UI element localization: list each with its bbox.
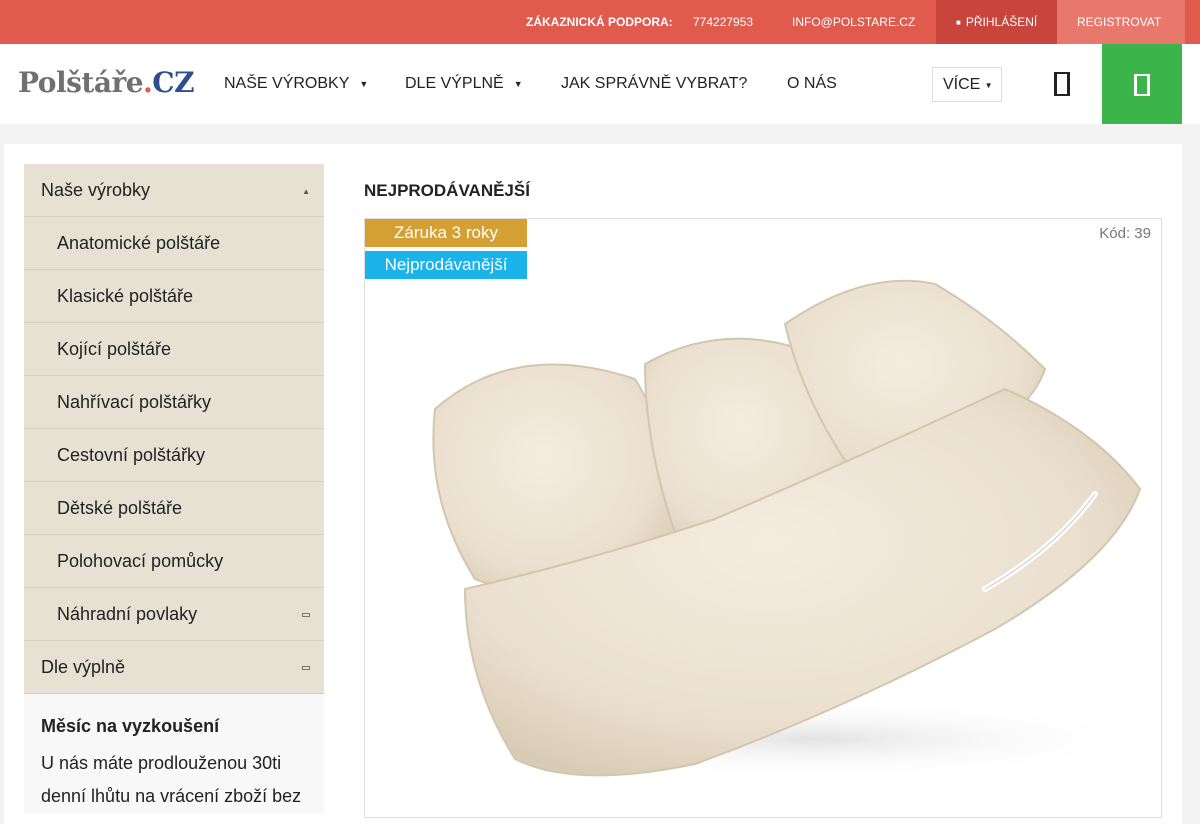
chevron-up-icon[interactable]: ▲: [302, 187, 310, 196]
register-button[interactable]: REGISTROVAT: [1057, 0, 1185, 44]
more-menu-button[interactable]: VÍCE ▼: [932, 67, 1002, 102]
sidebar-item-label: Polohovací pomůcky: [57, 551, 224, 571]
sidebar-item-anatomic[interactable]: Anatomické polštáře: [24, 217, 324, 270]
sidebar-item-positioning[interactable]: Polohovací pomůcky: [24, 535, 324, 588]
login-button[interactable]: ■ PŘIHLÁŠENÍ: [936, 0, 1057, 44]
promo-text: U nás máte prodlouženou 30ti denní lhůtu…: [41, 753, 302, 806]
logo-dot: .: [143, 66, 153, 99]
logo-main: Polštáře: [18, 66, 144, 99]
cart-button[interactable]: [1102, 44, 1182, 124]
nav-item-products[interactable]: NAŠE VÝROBKY ▼: [224, 75, 368, 93]
sidebar-item-label: Dětské polštáře: [57, 498, 183, 518]
sidebar-item-label: Cestovní polštářky: [57, 445, 206, 465]
nav-label: JAK SPRÁVNĚ VYBRAT?: [561, 75, 748, 92]
sidebar-item-classic[interactable]: Klasické polštáře: [24, 270, 324, 323]
main-panel: Naše výrobky ▲ Anatomické polštáře Klasi…: [4, 144, 1182, 824]
nav-label: DLE VÝPLNĚ: [405, 75, 504, 92]
nav-label: NAŠE VÝROBKY: [224, 75, 350, 92]
support-label: ZÁKAZNICKÁ PODPORA:: [526, 15, 673, 29]
register-label: REGISTROVAT: [1077, 15, 1162, 29]
sidebar-item-label: Náhradní povlaky: [57, 604, 198, 624]
nav-item-how-to-choose[interactable]: JAK SPRÁVNĚ VYBRAT?: [561, 75, 747, 93]
support-email-link[interactable]: INFO@POLSTARE.CZ: [792, 15, 915, 29]
warranty-badge: Záruka 3 roky: [365, 219, 527, 247]
sidebar-item-label: Anatomické polštáře: [57, 233, 221, 253]
site-logo[interactable]: Polštáře.CZ: [18, 66, 195, 99]
sidebar-item-our-products[interactable]: Naše výrobky ▲: [24, 164, 324, 217]
chevron-down-icon: ▼: [513, 79, 523, 89]
sidebar-item-covers[interactable]: Náhradní povlaky: [24, 588, 324, 641]
more-label: VÍCE: [943, 76, 981, 93]
chevron-down-icon: ▼: [359, 79, 369, 89]
sidebar-item-by-filling[interactable]: Dle výplně: [24, 641, 324, 694]
nav-label: O NÁS: [787, 75, 837, 92]
search-icon[interactable]: [1050, 68, 1074, 100]
sidebar-item-travel[interactable]: Cestovní polštářky: [24, 429, 324, 482]
section-title: NEJPRODÁVANĚJŠÍ: [364, 181, 530, 200]
logo-tld: CZ: [152, 66, 195, 99]
sidebar-item-label: Nahřívací polštářky: [57, 392, 212, 412]
expand-icon[interactable]: [302, 613, 310, 617]
chevron-down-icon: ▼: [982, 81, 993, 90]
promo-box: Měsíc na vyzkoušení U nás máte prodlouže…: [24, 694, 324, 814]
promo-title: Měsíc na vyzkoušení: [41, 716, 220, 736]
expand-icon[interactable]: [302, 666, 310, 670]
sidebar-item-nursing[interactable]: Kojící polštáře: [24, 323, 324, 376]
top-bar: ZÁKAZNICKÁ PODPORA: 774227953 INFO@POLST…: [0, 0, 1200, 44]
sidebar-item-label: Kojící polštáře: [57, 339, 172, 359]
sidebar-item-children[interactable]: Dětské polštáře: [24, 482, 324, 535]
sidebar-item-heating[interactable]: Nahřívací polštářky: [24, 376, 324, 429]
support-phone-link[interactable]: 774227953: [693, 15, 753, 29]
sidebar: Naše výrobky ▲ Anatomické polštáře Klasi…: [24, 164, 324, 814]
cart-icon: [1134, 74, 1150, 96]
nav-item-about[interactable]: O NÁS: [787, 75, 837, 93]
sidebar-item-label: Dle výplně: [41, 657, 126, 677]
nav-item-by-filling[interactable]: DLE VÝPLNĚ ▼: [405, 75, 523, 93]
sidebar-item-label: Klasické polštáře: [57, 286, 194, 306]
product-card[interactable]: Záruka 3 roky Nejprodávanější Kód: 39: [364, 218, 1162, 818]
product-image[interactable]: [395, 259, 1145, 809]
login-label: PŘIHLÁŠENÍ: [965, 15, 1038, 29]
sidebar-item-label: Naše výrobky: [41, 180, 151, 200]
site-header: Polštáře.CZ NAŠE VÝROBKY ▼ DLE VÝPLNĚ ▼ JA…: [0, 44, 1200, 124]
product-code: Kód: 39: [1099, 225, 1151, 242]
lock-icon: ■: [956, 18, 961, 27]
